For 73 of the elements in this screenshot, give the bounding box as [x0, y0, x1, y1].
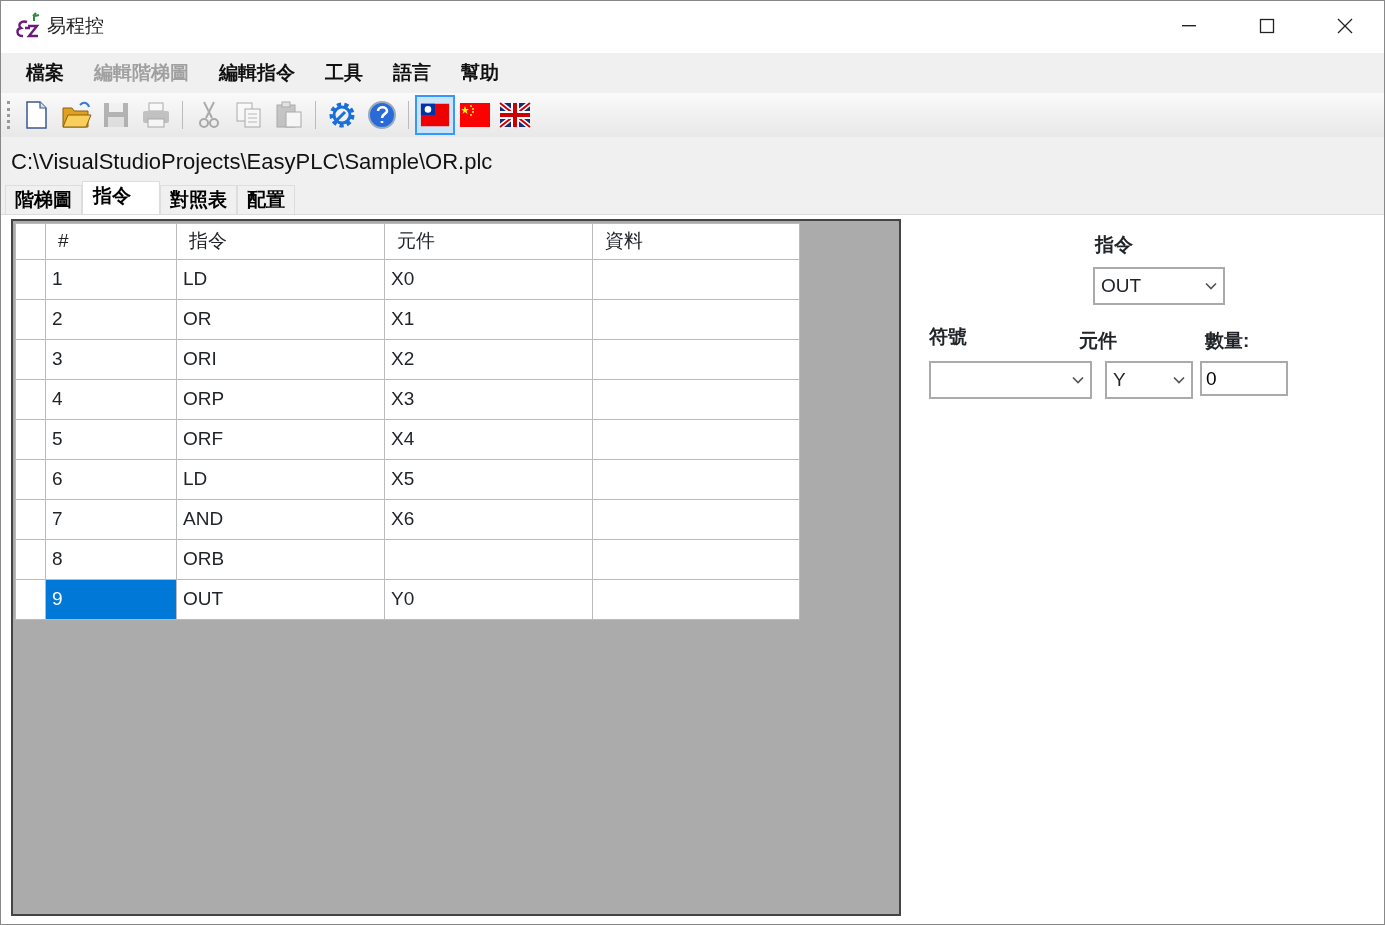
table-cell[interactable]: [592, 419, 800, 460]
logo-icon: [15, 12, 41, 40]
clipboard-icon: [273, 99, 305, 131]
table-cell[interactable]: [592, 339, 800, 380]
file-path: C:\VisualStudioProjects\EasyPLC\Sample\OR.plc: [1, 137, 1384, 182]
table-cell[interactable]: X5: [384, 459, 593, 500]
number-field[interactable]: 0: [1200, 361, 1288, 396]
column-header: 資料: [592, 223, 800, 260]
dropdown[interactable]: [929, 361, 1092, 399]
table-cell[interactable]: 9: [45, 579, 177, 620]
table-cell[interactable]: ORI: [176, 339, 385, 380]
table-cell[interactable]: 5: [45, 419, 177, 460]
column-header: 指令: [176, 223, 385, 260]
table-cell[interactable]: LD: [176, 459, 385, 500]
close-icon: [1336, 17, 1354, 35]
help-icon: [366, 99, 398, 131]
maximize-icon: [1258, 17, 1276, 35]
table-cell[interactable]: [592, 539, 800, 580]
table-cell[interactable]: ORP: [176, 379, 385, 420]
minimize-icon: [1180, 25, 1198, 27]
window-title: 易程控: [47, 13, 104, 38]
menu-item[interactable]: 語言: [378, 54, 446, 92]
field-label: 數量:: [1205, 329, 1250, 353]
dropdown[interactable]: Y: [1105, 361, 1193, 399]
field-label: 符號: [929, 325, 967, 349]
menu-item[interactable]: 工具: [310, 54, 378, 92]
folder-icon: [60, 99, 92, 131]
table-cell[interactable]: X1: [384, 299, 593, 340]
table-cell[interactable]: ORF: [176, 419, 385, 460]
chevron-icon: [1205, 282, 1217, 290]
chevron-icon: [1173, 376, 1185, 384]
tab[interactable]: 階梯圖: [5, 185, 82, 214]
tab[interactable]: 指令: [82, 181, 160, 214]
table-cell[interactable]: 3: [45, 339, 177, 380]
table-cell[interactable]: ORB: [176, 539, 385, 580]
chevron-icon: [1072, 376, 1084, 384]
field-label: 指令: [1095, 233, 1133, 257]
table-cell[interactable]: OUT: [176, 579, 385, 620]
table-cell[interactable]: 2: [45, 299, 177, 340]
table-cell[interactable]: [592, 499, 800, 540]
table-cell[interactable]: [592, 379, 800, 420]
flag-button[interactable]: [415, 95, 455, 135]
table-cell[interactable]: 7: [45, 499, 177, 540]
table-cell[interactable]: 4: [45, 379, 177, 420]
table-cell[interactable]: 6: [45, 459, 177, 500]
table-cell[interactable]: 8: [45, 539, 177, 580]
column-header: 元件: [384, 223, 593, 260]
table-cell[interactable]: Y0: [384, 579, 593, 620]
menu-item[interactable]: 編輯指令: [204, 54, 310, 92]
menu-item[interactable]: 幫助: [446, 54, 514, 92]
table-cell[interactable]: [592, 579, 800, 620]
table-cell[interactable]: X6: [384, 499, 593, 540]
column-header: #: [45, 223, 177, 260]
menu-item[interactable]: 檔案: [11, 54, 79, 92]
table-cell[interactable]: AND: [176, 499, 385, 540]
tab[interactable]: 對照表: [160, 185, 237, 214]
table-cell[interactable]: OR: [176, 299, 385, 340]
table-cell[interactable]: X2: [384, 339, 593, 380]
dropdown[interactable]: OUT: [1093, 267, 1225, 305]
table-cell[interactable]: [592, 259, 800, 300]
printer-icon: [140, 99, 172, 131]
table-cell[interactable]: [592, 299, 800, 340]
table-cell[interactable]: 1: [45, 259, 177, 300]
table-cell[interactable]: [592, 459, 800, 500]
table-cell[interactable]: LD: [176, 259, 385, 300]
table-cell[interactable]: X0: [384, 259, 593, 300]
table-cell[interactable]: X4: [384, 419, 593, 460]
tab[interactable]: 配置: [237, 185, 295, 214]
table-cell[interactable]: X3: [384, 379, 593, 420]
flag-icon: [499, 99, 531, 131]
field-label: 元件: [1079, 329, 1117, 353]
table-cell[interactable]: [384, 539, 593, 580]
row-header: [15, 579, 46, 620]
